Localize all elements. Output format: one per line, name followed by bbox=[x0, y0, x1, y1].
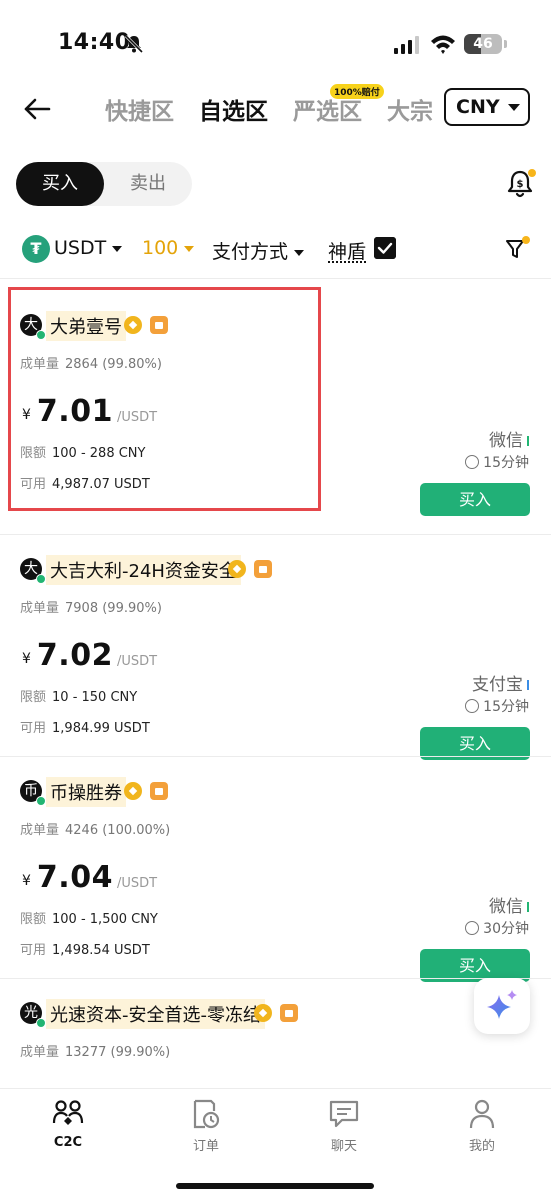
divider bbox=[0, 278, 551, 279]
merchant-name[interactable]: 币操胜券 bbox=[46, 777, 126, 807]
currency-select[interactable]: CNY bbox=[444, 88, 530, 126]
payment-method: 微信 bbox=[489, 426, 529, 451]
status-time: 14:40 bbox=[58, 30, 131, 55]
payment-time: 15分钟 bbox=[465, 452, 529, 472]
payment-time: 15分钟 bbox=[465, 696, 529, 716]
chevron-down-icon bbox=[184, 245, 195, 252]
asset-value: USDT bbox=[54, 237, 107, 259]
deal-count: 成单量 4246 (100.00%) bbox=[20, 823, 171, 838]
limit-range: 限额 100 - 1,500 CNY bbox=[20, 912, 158, 927]
sell-tab[interactable]: 卖出 bbox=[104, 162, 192, 206]
online-status-dot bbox=[36, 1018, 46, 1028]
payment-color-bar bbox=[527, 680, 529, 690]
nav-label: C2C bbox=[53, 1135, 83, 1150]
amount-value: 100 bbox=[142, 237, 179, 259]
chevron-down-icon bbox=[507, 104, 520, 111]
payment-label: 支付方式 bbox=[212, 241, 289, 263]
signal-icon bbox=[394, 36, 419, 54]
verified-gold-icon bbox=[124, 782, 142, 800]
profile-icon bbox=[469, 1099, 495, 1129]
payment-color-bar bbox=[527, 902, 529, 912]
price: ¥7.01/USDT bbox=[22, 394, 158, 429]
limit-range: 限额 100 - 288 CNY bbox=[20, 446, 146, 461]
payment-color-bar bbox=[527, 436, 529, 446]
merchant-listing: 大 大弟壹号 成单量 2864 (99.80%) ¥7.01/USDT 限额 100… bbox=[0, 290, 551, 516]
online-status-dot bbox=[36, 574, 46, 584]
nav-label: 订单 bbox=[192, 1139, 219, 1154]
status-bar: 14:40 46 bbox=[0, 0, 551, 88]
svg-text:$: $ bbox=[517, 179, 524, 190]
chevron-down-icon bbox=[294, 249, 305, 256]
available-amount: 可用 1,984.99 USDT bbox=[20, 721, 150, 736]
merchant-name[interactable]: 大吉大利-24H资金安全 bbox=[46, 555, 241, 585]
online-status-dot bbox=[36, 796, 46, 806]
tab-bulk[interactable]: 大宗 bbox=[387, 92, 433, 126]
shield-filter-label: 神盾 bbox=[328, 241, 367, 263]
deposit-lock-icon bbox=[280, 1004, 298, 1022]
orders-icon bbox=[193, 1099, 220, 1129]
available-amount: 可用 4,987.07 USDT bbox=[20, 477, 150, 492]
tether-icon: ₮ bbox=[22, 235, 50, 263]
timer-icon bbox=[465, 699, 480, 713]
payment-method: 支付宝 bbox=[472, 670, 529, 695]
nav-c2c[interactable]: C2C bbox=[28, 1099, 108, 1150]
guarantee-badge: 100%赔付 bbox=[330, 84, 384, 99]
sparkle-icon bbox=[487, 990, 517, 1019]
battery-indicator: 46 bbox=[464, 34, 507, 54]
currency-value: CNY bbox=[456, 96, 500, 118]
wifi-icon bbox=[431, 35, 455, 54]
deposit-lock-icon bbox=[150, 316, 168, 334]
verified-gold-icon bbox=[228, 560, 246, 578]
online-status-dot bbox=[36, 330, 46, 340]
chat-icon bbox=[329, 1100, 359, 1128]
nav-orders[interactable]: 订单 bbox=[166, 1099, 246, 1154]
limit-range: 限额 10 - 150 CNY bbox=[20, 690, 138, 705]
nav-profile[interactable]: 我的 bbox=[442, 1099, 522, 1154]
price: ¥7.02/USDT bbox=[22, 638, 158, 673]
merchant-name[interactable]: 大弟壹号 bbox=[46, 311, 126, 341]
deal-count: 成单量 13277 (99.90%) bbox=[20, 1045, 171, 1060]
nav-label: 聊天 bbox=[330, 1139, 357, 1154]
verified-gold-icon bbox=[124, 316, 142, 334]
deal-count: 成单量 2864 (99.80%) bbox=[20, 357, 162, 372]
shield-checkbox[interactable] bbox=[374, 237, 396, 259]
nav-label: 我的 bbox=[468, 1139, 495, 1154]
verified-gold-icon bbox=[254, 1004, 272, 1022]
timer-icon bbox=[465, 921, 480, 935]
tab-quick[interactable]: 快捷区 bbox=[105, 92, 174, 126]
amount-filter[interactable]: 100 bbox=[142, 237, 195, 259]
available-amount: 可用 1,498.54 USDT bbox=[20, 943, 150, 958]
deposit-lock-icon bbox=[150, 782, 168, 800]
asset-filter[interactable]: USDT bbox=[54, 237, 123, 259]
buy-button[interactable]: 买入 bbox=[420, 483, 530, 516]
tab-favorites[interactable]: 自选区 bbox=[199, 92, 268, 126]
deposit-lock-icon bbox=[254, 560, 272, 578]
merchant-listing: 大 大吉大利-24H资金安全 成单量 7908 (99.90%) ¥7.02/US… bbox=[0, 534, 551, 760]
price-alert-bell-icon[interactable]: $ bbox=[506, 168, 536, 200]
merchant-listing: 光 光速资本-安全首选-零冻结 成单量 13277 (99.90%) bbox=[0, 978, 551, 1086]
bell-off-icon bbox=[124, 34, 144, 54]
merchant-listing: 币 币操胜券 成单量 4246 (100.00%) ¥7.04/USDT 限额 10… bbox=[0, 756, 551, 982]
merchant-name[interactable]: 光速资本-安全首选-零冻结 bbox=[46, 999, 265, 1029]
battery-level: 46 bbox=[473, 36, 493, 52]
back-arrow-icon[interactable] bbox=[22, 94, 52, 124]
filter-funnel-icon[interactable] bbox=[504, 236, 530, 262]
ai-assistant-button[interactable] bbox=[474, 978, 530, 1034]
payment-method: 微信 bbox=[489, 892, 529, 917]
payment-filter[interactable]: 支付方式 bbox=[212, 237, 305, 264]
filter-bar: ₮ USDT 100 支付方式 神盾 bbox=[0, 228, 551, 270]
nav-chat[interactable]: 聊天 bbox=[304, 1099, 384, 1154]
price: ¥7.04/USDT bbox=[22, 860, 158, 895]
timer-icon bbox=[465, 455, 480, 469]
buy-tab[interactable]: 买入 bbox=[16, 162, 104, 206]
buy-sell-toggle: 买入 卖出 bbox=[16, 162, 192, 206]
top-navigation: 快捷区 自选区 严选区 100%赔付 大宗 CNY bbox=[0, 84, 551, 134]
deal-count: 成单量 7908 (99.90%) bbox=[20, 601, 162, 616]
chevron-down-icon bbox=[112, 245, 123, 252]
home-indicator bbox=[176, 1183, 374, 1189]
payment-time: 30分钟 bbox=[465, 918, 529, 938]
people-icon bbox=[52, 1100, 84, 1125]
